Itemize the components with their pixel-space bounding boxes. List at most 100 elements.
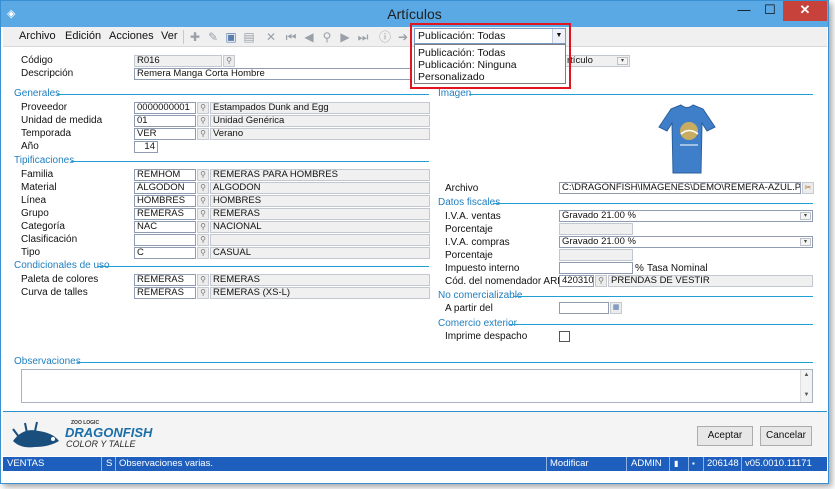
no-comercializable-divider xyxy=(513,296,813,297)
tipo-lookup-icon[interactable]: ⚲ xyxy=(197,247,209,259)
clasificacion-lookup-icon[interactable]: ⚲ xyxy=(197,234,209,246)
status-bar: VENTAS S Observaciones varias. Modificar… xyxy=(3,457,827,471)
temporada-lookup-icon[interactable]: ⚲ xyxy=(197,128,209,140)
edit-icon[interactable]: ✎ xyxy=(205,29,221,45)
material-lookup-icon[interactable]: ⚲ xyxy=(197,182,209,194)
chevron-down-icon[interactable]: ▼ xyxy=(552,29,565,43)
unidad-lookup-icon[interactable]: ⚲ xyxy=(197,115,209,127)
menu-ver[interactable]: Ver xyxy=(161,30,178,42)
new-icon[interactable]: ✚ xyxy=(187,29,203,45)
paleta-lookup-icon[interactable]: ⚲ xyxy=(197,274,209,286)
unidad-code-field[interactable]: 01 xyxy=(134,115,196,127)
cancelar-button[interactable]: Cancelar xyxy=(760,426,812,446)
save-as-icon[interactable]: ▤ xyxy=(241,29,257,45)
arba-lookup-icon[interactable]: ⚲ xyxy=(595,275,607,287)
publicacion-dropdown-list: Publicación: Todas Publicación: Ninguna … xyxy=(414,44,566,84)
chevron-down-icon: ▾ xyxy=(617,57,628,65)
minimize-button[interactable]: — xyxy=(731,1,757,21)
menu-archivo[interactable]: Archivo xyxy=(19,30,56,42)
arba-desc-field: PRENDAS DE VESTIR xyxy=(608,275,813,287)
linea-lookup-icon[interactable]: ⚲ xyxy=(197,195,209,207)
save-icon[interactable]: ▣ xyxy=(223,29,239,45)
familia-code-field[interactable]: REMHOM xyxy=(134,169,196,181)
menu-acciones[interactable]: Acciones xyxy=(109,30,154,42)
temporada-code-field[interactable]: VER xyxy=(134,128,196,140)
grupo-lookup-icon[interactable]: ⚲ xyxy=(197,208,209,220)
forward-icon[interactable]: ➔ xyxy=(395,29,411,45)
publicacion-option-personalizado[interactable]: Personalizado xyxy=(418,71,485,83)
proveedor-lookup-icon[interactable]: ⚲ xyxy=(197,102,209,114)
browse-image-icon[interactable]: ✂ xyxy=(802,182,814,194)
publicacion-combo-value: Publicación: Todas xyxy=(418,30,506,42)
curva-lookup-icon[interactable]: ⚲ xyxy=(197,287,209,299)
descripcion-field[interactable]: Remera Manga Corta Hombre xyxy=(134,68,412,80)
clasificacion-code-field[interactable] xyxy=(134,234,196,246)
chevron-down-icon: ▾ xyxy=(800,212,811,220)
status-separator xyxy=(669,457,670,471)
scroll-down-icon[interactable]: ▼ xyxy=(802,392,811,398)
lock-icon: ▮ xyxy=(674,459,679,468)
publicacion-option-ninguna[interactable]: Publicación: Ninguna xyxy=(418,59,517,71)
iva-ventas-label: I.V.A. ventas xyxy=(445,211,501,222)
linea-code-field[interactable]: HOMBRES xyxy=(134,195,196,207)
status-flag: S xyxy=(106,458,113,469)
first-record-icon[interactable]: ⏮ xyxy=(283,29,299,45)
categoria-label: Categoría xyxy=(21,221,65,232)
status-separator xyxy=(703,457,704,471)
material-code-field[interactable]: ALGODON xyxy=(134,182,196,194)
publicacion-option-todas[interactable]: Publicación: Todas xyxy=(418,47,505,59)
tipo-articulo-combo[interactable]: rtículo ▾ xyxy=(564,55,630,67)
impuesto-field[interactable] xyxy=(559,262,633,274)
codigo-label: Código xyxy=(21,55,53,66)
codigo-field[interactable]: R016 xyxy=(134,55,222,67)
grupo-code-field[interactable]: REMERAS xyxy=(134,208,196,220)
iva-ventas-combo[interactable]: Gravado 21.00 % ▾ xyxy=(559,210,813,222)
material-label: Material xyxy=(21,182,57,193)
aceptar-button[interactable]: Aceptar xyxy=(697,426,753,446)
maximize-button[interactable]: ☐ xyxy=(757,1,783,21)
familia-lookup-icon[interactable]: ⚲ xyxy=(197,169,209,181)
menu-edicion[interactable]: Edición xyxy=(65,30,101,42)
observaciones-section-title: Observaciones xyxy=(14,356,81,367)
curva-desc-field: REMERAS (XS-L) xyxy=(210,287,430,299)
observaciones-scrollbar[interactable]: ▲ ▼ xyxy=(800,370,812,402)
proveedor-code-field[interactable]: 0000000001 xyxy=(134,102,196,114)
archivo-field[interactable]: C:\DRAGONFISH\IMAGENES\DEMO\REMERA-AZUL.… xyxy=(559,182,801,194)
iva-compras-combo[interactable]: Gravado 21.00 % ▾ xyxy=(559,236,813,248)
codigo-lookup-icon[interactable]: ⚲ xyxy=(223,55,235,67)
tipo-code-field[interactable]: C xyxy=(134,247,196,259)
iva-compras-value: Gravado 21.00 % xyxy=(562,236,636,247)
apartir-date-field[interactable] xyxy=(559,302,609,314)
delete-icon[interactable]: ✕ xyxy=(263,29,279,45)
observaciones-textarea[interactable]: ▲ ▼ xyxy=(21,369,813,403)
comercio-section-title: Comercio exterior xyxy=(438,318,517,329)
last-record-icon[interactable]: ⏭ xyxy=(355,29,371,45)
comercio-divider xyxy=(509,324,813,325)
tasa-nominal-label: Tasa Nominal xyxy=(647,263,708,274)
close-button[interactable]: ✕ xyxy=(783,1,827,21)
generales-divider xyxy=(57,94,429,95)
condicionales-section-title: Condicionales de uso xyxy=(14,260,110,271)
categoria-code-field[interactable]: NAC xyxy=(134,221,196,233)
scroll-up-icon[interactable]: ▲ xyxy=(802,372,811,378)
generales-section-title: Generales xyxy=(14,88,61,99)
anio-field[interactable]: 14 xyxy=(134,141,158,153)
calendar-icon[interactable]: ▦ xyxy=(610,302,622,314)
porcentaje-label: Porcentaje xyxy=(445,224,493,235)
next-record-icon[interactable]: ▶ xyxy=(337,29,353,45)
no-comercializable-section-title: No comercializable xyxy=(438,290,523,301)
status-separator xyxy=(741,457,742,471)
porcentaje2-label: Porcentaje xyxy=(445,250,493,261)
paleta-code-field[interactable]: REMERAS xyxy=(134,274,196,286)
curva-code-field[interactable]: REMERAS xyxy=(134,287,196,299)
paleta-label: Paleta de colores xyxy=(21,274,99,285)
imprime-despacho-checkbox[interactable] xyxy=(559,331,570,342)
search-icon[interactable]: ⚲ xyxy=(319,29,335,45)
keyboard-icon: ▪ xyxy=(692,459,695,468)
status-user: ADMIN xyxy=(631,458,662,469)
categoria-lookup-icon[interactable]: ⚲ xyxy=(197,221,209,233)
info-icon[interactable]: ⓘ xyxy=(377,29,393,45)
arba-code-field[interactable]: 420310 xyxy=(559,275,594,287)
previous-record-icon[interactable]: ◀ xyxy=(301,29,317,45)
publicacion-combo[interactable]: Publicación: Todas ▼ xyxy=(414,28,566,44)
